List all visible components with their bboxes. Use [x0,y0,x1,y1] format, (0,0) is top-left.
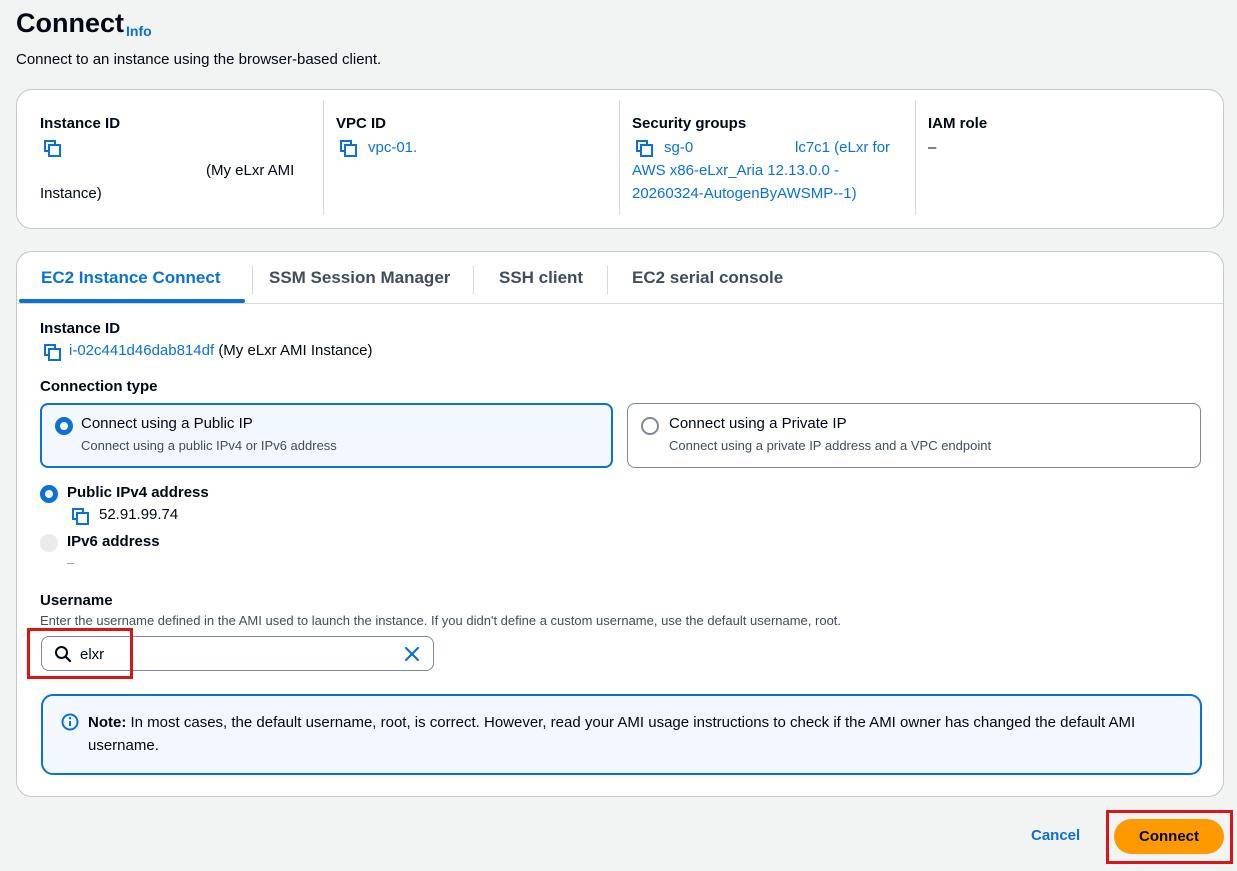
connection-type-label: Connection type [40,378,158,395]
ipv4-radio[interactable] [40,485,58,503]
copy-icon[interactable] [43,343,63,363]
instance-id-link[interactable]: i-02c441d46dab814df [69,342,214,359]
page-subtitle: Connect to an instance using the browser… [16,51,382,68]
username-help: Enter the username defined in the AMI us… [40,613,842,628]
info-link[interactable]: Info [126,23,152,39]
tab-ec2-serial-console[interactable]: EC2 serial console [632,268,783,288]
active-tab-indicator [19,299,245,303]
copy-icon[interactable] [71,507,91,527]
note-text: Note: In most cases, the default usernam… [88,711,1168,757]
summary-instance-id-label: Instance ID [40,115,121,132]
tab-separator [607,266,608,294]
tab-ssm-session-manager[interactable]: SSM Session Manager [269,268,450,288]
summary-instance-name-cont: Instance) [40,185,102,202]
summary-vpc-id: VPC ID vpc-01. [336,100,616,216]
summary-sg-link-line2[interactable]: AWS x86-eLxr_Aria 12.13.0.0 - [632,160,839,183]
public-ip-title: Connect using a Public IP [81,415,253,432]
summary-sg-link-cont[interactable]: lc7c1 (eLxr for [795,137,890,160]
page-title: Connect [16,8,124,38]
connect-method-card: EC2 Instance Connect SSM Session Manager… [16,251,1224,797]
username-label: Username [40,592,113,609]
public-ip-desc: Connect using a public IPv4 or IPv6 addr… [81,438,337,453]
cancel-button[interactable]: Cancel [1031,827,1080,844]
summary-iam-label: IAM role [928,115,988,132]
ipv4-value: 52.91.99.74 [99,506,179,523]
summary-divider [915,100,916,215]
username-note-alert: Note: In most cases, the default usernam… [41,694,1202,775]
ipv6-radio [40,534,58,552]
summary-sg-link[interactable]: sg-0 [664,137,693,160]
summary-vpc-link[interactable]: vpc-01. [368,137,417,160]
ipv6-value: – [67,555,75,570]
ipv4-label: Public IPv4 address [67,484,209,501]
summary-iam-value: – [928,139,937,156]
tab-separator [473,266,474,294]
summary-instance-name: (My eLxr AMI [206,162,295,179]
private-ip-desc: Connect using a private IP address and a… [669,438,992,453]
instance-id-label: Instance ID [40,320,121,337]
copy-icon[interactable] [339,139,359,159]
clear-icon[interactable] [403,645,421,667]
tab-ec2-instance-connect[interactable]: EC2 Instance Connect [41,268,221,288]
tab-ssh-client[interactable]: SSH client [499,268,583,288]
info-icon [61,713,79,735]
summary-sg-link-line3[interactable]: 20260324-AutogenByAWSMP--1) [632,183,857,206]
highlight-box [1106,810,1233,864]
public-ip-tile[interactable]: Connect using a Public IP Connect using … [40,403,613,468]
public-ip-radio[interactable] [55,417,73,435]
tab-separator [252,266,253,294]
note-body: In most cases, the default username, roo… [88,714,1136,754]
summary-sg-label: Security groups [632,115,747,132]
instance-name: (My eLxr AMI Instance) [218,342,373,359]
summary-vpc-label: VPC ID [336,115,387,132]
highlight-box [27,628,133,679]
instance-id-value: i-02c441d46dab814df (My eLxr AMI Instanc… [69,342,373,359]
copy-icon[interactable] [635,139,655,159]
note-bold: Note: [88,714,127,731]
summary-divider [619,100,620,215]
ipv6-label: IPv6 address [67,533,160,550]
summary-iam-role: IAM role – [928,100,1208,216]
private-ip-radio[interactable] [641,417,659,435]
instance-summary-card: Instance ID (My eLxr AMI Instance) VPC I… [16,89,1224,229]
summary-instance-id: Instance ID (My eLxr AMI Instance) [40,100,320,216]
private-ip-title: Connect using a Private IP [669,415,847,432]
private-ip-tile[interactable]: Connect using a Private IP Connect using… [627,403,1201,468]
summary-divider [323,100,324,215]
tabs-divider [17,303,1223,304]
copy-icon[interactable] [43,139,63,159]
summary-security-groups: Security groups sg-0 lc7c1 (eLxr for AWS… [632,100,917,216]
